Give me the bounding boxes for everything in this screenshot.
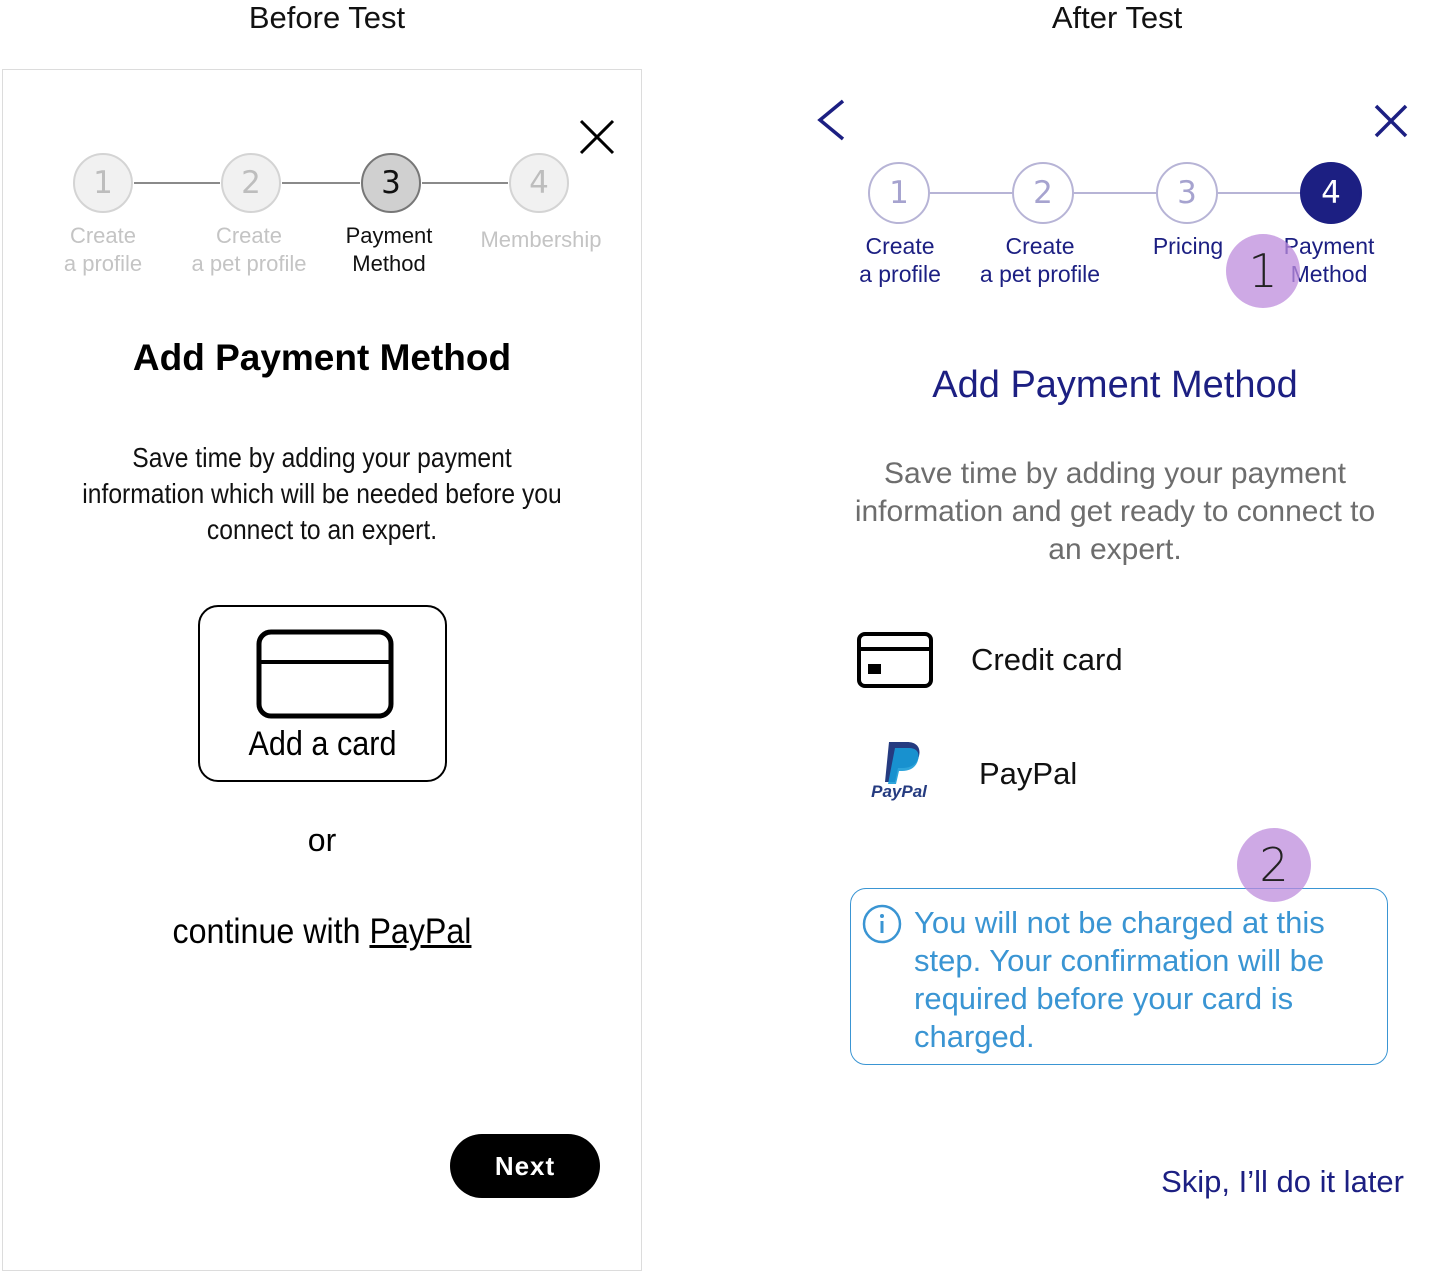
credit-card-option[interactable]: Credit card	[855, 628, 1255, 692]
stepper-connector	[134, 182, 220, 184]
step-4-circle: 4	[509, 153, 569, 213]
info-icon	[862, 904, 902, 944]
step-2-circle: 2	[221, 153, 281, 213]
paypal-logo-text: PayPal	[871, 782, 927, 801]
stepper-connector	[422, 182, 508, 184]
credit-card-label: Credit card	[971, 642, 1123, 677]
stepper-connector	[1218, 192, 1302, 194]
credit-card-icon	[256, 629, 394, 719]
paypal-link[interactable]: PayPal	[369, 912, 471, 951]
page-description: Save time by adding your payment informa…	[82, 442, 562, 545]
step-4-circle-active: 4	[1300, 162, 1362, 224]
step-2-label: Create a pet profile	[191, 223, 307, 276]
before-caption: Before Test	[248, 0, 406, 35]
page-description: Save time by adding your payment informa…	[854, 457, 1376, 566]
add-card-label: Add a card	[248, 725, 397, 763]
stepper-connector	[930, 192, 1014, 194]
continue-with-text: continue with	[172, 912, 361, 951]
back-chevron-icon[interactable]	[815, 98, 847, 142]
page-title: Add Payment Method	[932, 364, 1298, 406]
step-2-circle: 2	[1012, 162, 1074, 224]
after-caption: After Test	[1051, 0, 1183, 35]
skip-link[interactable]: Skip, I’ll do it later	[1100, 1164, 1404, 1200]
annotation-marker-1: 1	[1226, 234, 1300, 308]
paypal-logo-icon: PayPal	[859, 738, 939, 804]
paypal-label: PayPal	[979, 756, 1078, 791]
info-notice-text: You will not be charged at this step. Yo…	[914, 905, 1325, 1054]
step-1-circle: 1	[868, 162, 930, 224]
add-card-button[interactable]: Add a card	[198, 605, 447, 782]
paypal-option[interactable]: PayPal PayPal	[855, 738, 1255, 808]
paypal-option: continue with PayPal	[26, 912, 618, 952]
step-3-circle-active: 3	[361, 153, 421, 213]
credit-card-icon	[857, 632, 933, 688]
step-4-label: Membership	[480, 227, 602, 252]
step-1-circle: 1	[73, 153, 133, 213]
or-divider-text: or	[307, 822, 337, 858]
annotation-marker-2: 2	[1237, 828, 1311, 902]
step-2-label: Create a pet profile	[979, 233, 1101, 287]
step-1-label: Create a profile	[63, 223, 143, 276]
close-icon[interactable]	[578, 118, 616, 156]
close-icon[interactable]	[1373, 103, 1409, 139]
step-3-circle: 3	[1156, 162, 1218, 224]
next-button[interactable]: Next	[450, 1134, 600, 1198]
page-title: Add Payment Method	[132, 337, 512, 378]
step-3-label: Payment Method	[345, 223, 433, 276]
stepper-connector	[1074, 192, 1158, 194]
stepper-connector	[282, 182, 360, 184]
